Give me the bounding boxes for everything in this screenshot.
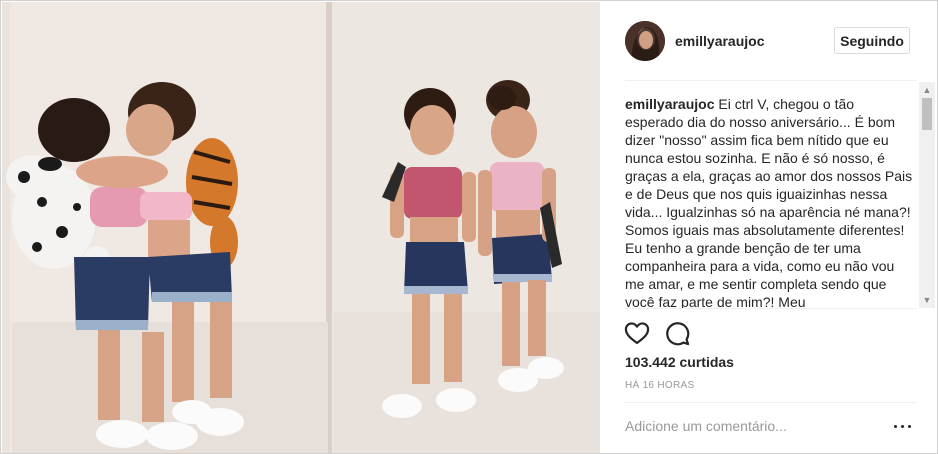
more-options-icon[interactable]	[891, 416, 915, 436]
avatar[interactable]	[625, 21, 665, 61]
header-username[interactable]: emillyaraujoc	[675, 33, 765, 49]
heart-icon[interactable]	[623, 319, 651, 347]
comment-input[interactable]	[625, 415, 875, 437]
following-button[interactable]: Seguindo	[834, 27, 910, 54]
caption-divider	[625, 308, 917, 309]
comment-icon[interactable]	[663, 319, 691, 347]
post-timestamp[interactable]: HÁ 16 HORAS	[625, 380, 694, 391]
caption: emillyaraujoc Ei ctrl V, chegou o tão es…	[625, 95, 915, 308]
likes-count[interactable]: 103.442 curtidas	[625, 354, 734, 370]
twins-photo-illustration	[2, 2, 600, 453]
scrollbar-thumb[interactable]	[922, 98, 932, 130]
post-header: emillyaraujoc Seguindo	[601, 2, 937, 81]
comment-divider	[625, 402, 917, 403]
caption-text: Ei ctrl V, chegou o tão esperado dia do …	[625, 96, 913, 308]
header-divider	[625, 80, 917, 81]
scroll-down-arrow-icon[interactable]: ▼	[919, 292, 935, 308]
scroll-up-arrow-icon[interactable]: ▲	[919, 82, 935, 98]
caption-username[interactable]: emillyaraujoc	[625, 96, 715, 112]
avatar-image	[625, 21, 665, 61]
post-photo[interactable]	[2, 2, 600, 453]
post-modal: emillyaraujoc Seguindo emillyaraujoc Ei …	[0, 0, 938, 454]
post-sidebar: emillyaraujoc Seguindo emillyaraujoc Ei …	[601, 2, 937, 453]
caption-scrollbar[interactable]: ▲ ▼	[919, 82, 935, 308]
caption-area[interactable]: emillyaraujoc Ei ctrl V, chegou o tão es…	[625, 95, 915, 308]
